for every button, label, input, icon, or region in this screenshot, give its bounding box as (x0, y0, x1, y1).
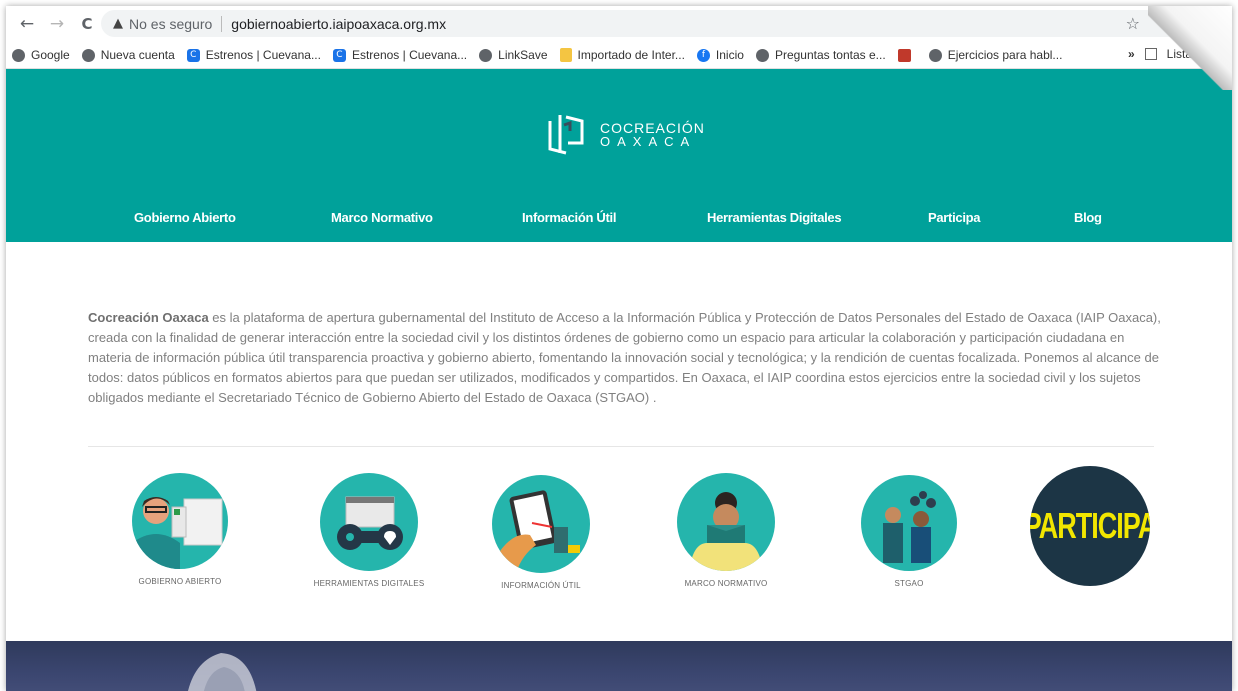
nav-gobierno-abierto[interactable]: Gobierno Abierto (134, 210, 236, 225)
bookmarks-overflow: » Lista (1128, 47, 1192, 61)
tile-marco-normativo[interactable]: MARCO NORMATIVO (677, 473, 775, 588)
bookmarks-bar: Google Nueva cuenta C Estrenos | Cuevana.… (6, 42, 1232, 69)
tile-caption: GOBIERNO ABIERTO (138, 577, 222, 586)
tile-caption: HERRAMIENTAS DIGITALES (313, 579, 425, 588)
tile-participa[interactable]: PARTICIPA (1030, 466, 1150, 586)
logo-text: COCREACIÓN OAXACA (600, 121, 705, 149)
logo-line1: COCREACIÓN (600, 120, 705, 136)
herramientas-digitales-illustration-icon (320, 473, 418, 571)
nav-marco-normativo[interactable]: Marco Normativo (331, 210, 433, 225)
marco-normativo-illustration-icon (677, 473, 775, 571)
globe-icon (12, 48, 25, 62)
bookmark-preguntas[interactable]: Preguntas tontas e... (755, 48, 886, 62)
logo-line2: OAXACA (600, 134, 697, 149)
globe-icon (479, 48, 493, 62)
security-status[interactable]: No es seguro (129, 16, 212, 32)
folder-icon (559, 48, 572, 62)
bookmark-star-icon[interactable]: ☆ (1126, 14, 1140, 33)
nav-blog[interactable]: Blog (1074, 210, 1102, 225)
bookmark-cuevana-1[interactable]: C Estrenos | Cuevana... (186, 48, 321, 62)
reading-list-button[interactable]: Lista (1167, 47, 1192, 61)
more-bookmarks-button[interactable]: » (1128, 47, 1135, 61)
main-nav: Gobierno Abierto Marco Normativo Informa… (6, 210, 1232, 230)
tile-gobierno-abierto[interactable]: GOBIERNO ABIERTO (132, 473, 228, 586)
tile-caption: MARCO NORMATIVO (684, 579, 768, 588)
reading-list-icon[interactable] (1144, 48, 1157, 60)
bookmark-folder-imported[interactable]: Importado de Inter... (559, 48, 685, 62)
tile-stgao[interactable]: STGAO (861, 475, 957, 588)
bookmark-linksave[interactable]: LinkSave (479, 48, 548, 62)
address-bar[interactable]: ▲ No es seguro gobiernoabierto.iaipoaxac… (101, 10, 1182, 37)
participa-label: PARTICIPA (1030, 505, 1150, 546)
tile-caption: INFORMACIÓN ÚTIL (501, 581, 581, 590)
tile-caption: STGAO (894, 579, 924, 588)
bookmark-inicio[interactable]: f Inicio (696, 48, 744, 62)
globe-icon (755, 48, 769, 62)
facebook-icon: f (696, 48, 710, 62)
participa-badge: PARTICIPA (1030, 466, 1150, 586)
bookmark-google[interactable]: Google (12, 48, 70, 62)
intro-brand: Cocreación Oaxaca (88, 310, 209, 325)
reload-button[interactable]: C (76, 15, 98, 33)
forward-button[interactable]: → (46, 14, 68, 34)
site-logo[interactable]: COCREACIÓN OAXACA (546, 113, 705, 157)
gift-icon (897, 48, 911, 62)
section-divider (88, 446, 1154, 447)
intro-paragraph: Cocreación Oaxaca es la plataforma de ap… (88, 308, 1164, 408)
bookmark-gift[interactable] (897, 48, 917, 62)
cuevana-icon: C (332, 48, 346, 62)
warning-triangle-icon[interactable]: ▲ (113, 16, 123, 31)
tile-informacion-util[interactable]: INFORMACIÓN ÚTIL (492, 475, 590, 590)
nav-herramientas-digitales[interactable]: Herramientas Digitales (707, 210, 842, 225)
intro-text: es la plataforma de apertura gubernament… (88, 310, 1161, 405)
browser-toolbar: ← → C ▲ No es seguro gobiernoabierto.iai… (6, 6, 1232, 42)
banner-silhouette-icon (188, 653, 257, 691)
stgao-illustration-icon (861, 475, 957, 571)
nav-participa[interactable]: Participa (928, 210, 981, 225)
nav-informacion-util[interactable]: Información Útil (522, 210, 616, 225)
tile-herramientas-digitales[interactable]: HERRAMIENTAS DIGITALES (304, 473, 434, 588)
globe-icon (928, 48, 942, 62)
site-header: COCREACIÓN OAXACA Gobierno Abierto Marco… (6, 69, 1232, 242)
globe-icon (81, 48, 95, 62)
url-text[interactable]: gobiernoabierto.iaipoaxaca.org.mx (231, 16, 446, 32)
logo-mark-icon (548, 115, 584, 155)
browser-window: ← → C ▲ No es seguro gobiernoabierto.iai… (6, 6, 1232, 691)
address-divider (221, 15, 223, 32)
back-button[interactable]: ← (16, 14, 38, 34)
bookmark-nueva-cuenta[interactable]: Nueva cuenta (81, 48, 175, 62)
bookmark-ejercicios[interactable]: Ejercicios para habl... (928, 48, 1062, 62)
hero-banner-image (6, 641, 1232, 691)
bookmark-cuevana-2[interactable]: C Estrenos | Cuevana... (332, 48, 467, 62)
cuevana-icon: C (186, 48, 200, 62)
gobierno-abierto-illustration-icon (132, 473, 228, 569)
informacion-util-illustration-icon (492, 475, 590, 573)
